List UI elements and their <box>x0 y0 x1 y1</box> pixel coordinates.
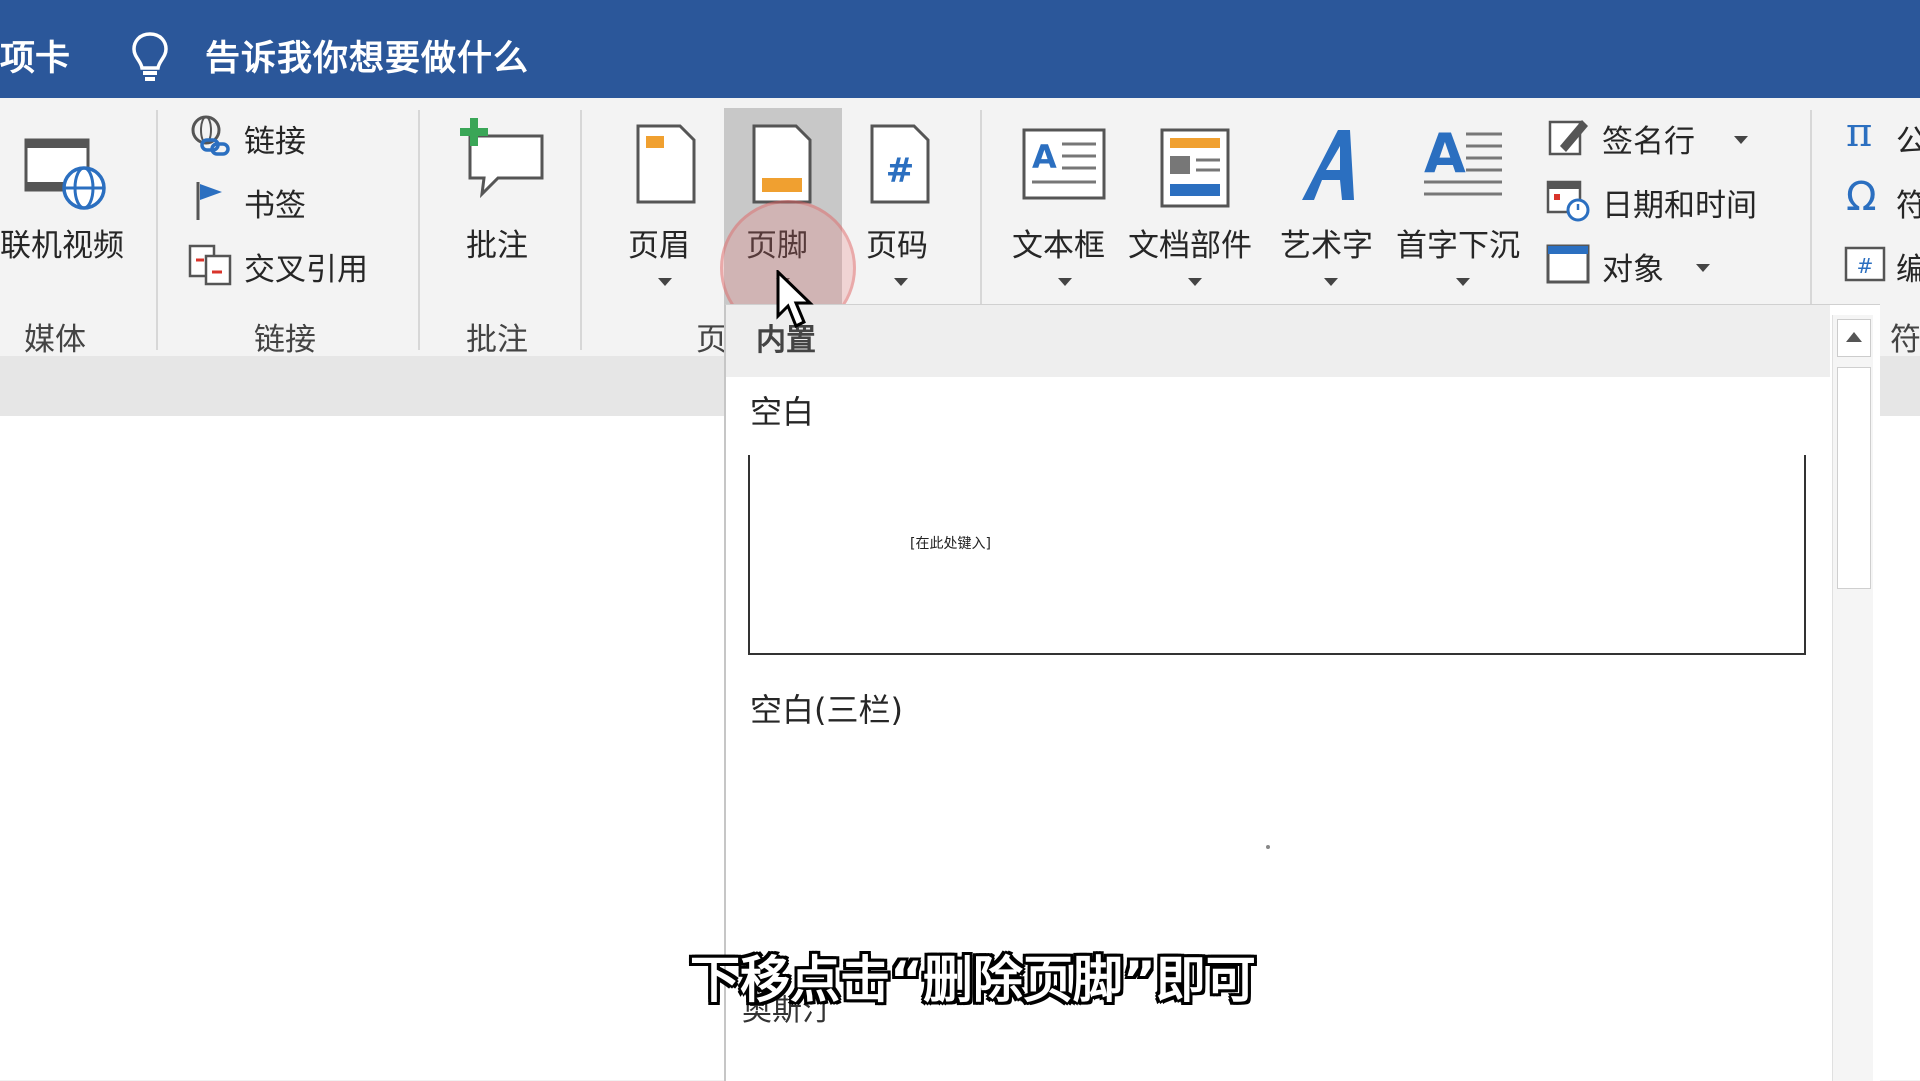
bookmark-button[interactable]: 书签 <box>188 178 408 224</box>
quick-parts-button[interactable]: 文档部件 <box>1126 108 1266 308</box>
signature-line-icon <box>1548 120 1588 156</box>
quick-parts-dropdown-icon <box>1188 278 1202 286</box>
dropcap-button[interactable]: A 首字下沉 <box>1392 108 1532 308</box>
video-subtitle: 下移点击“删除页脚”即可 <box>690 951 1256 1009</box>
object-dropdown-icon <box>1696 264 1710 272</box>
svg-text:#: # <box>886 151 915 191</box>
media-group-label: 媒体 <box>24 322 86 358</box>
textbox-dropdown-icon <box>1058 278 1072 286</box>
placeholder-dot <box>1266 845 1270 849</box>
svg-text:A: A <box>1032 138 1057 176</box>
gallery-item-name: 空白(三栏) <box>750 691 903 729</box>
quick-parts-icon <box>1160 128 1230 208</box>
signature-line-button[interactable]: 签名行 <box>1546 114 1756 160</box>
wordart-label: 艺术字 <box>1280 228 1373 264</box>
online-video-label: 联机视频 <box>0 228 124 264</box>
bookmark-label: 书签 <box>244 188 306 224</box>
page-number-dropdown-icon <box>894 278 908 286</box>
page-number-label: 页码 <box>866 228 928 264</box>
comment-label: 批注 <box>466 228 528 264</box>
object-icon <box>1546 244 1590 284</box>
group-separator <box>418 110 420 350</box>
quick-parts-label: 文档部件 <box>1128 228 1252 264</box>
pi-icon: π <box>1846 110 1873 156</box>
symbol-button[interactable]: Ω 符 <box>1844 174 1920 224</box>
wordart-button[interactable]: 艺术字 <box>1276 108 1386 308</box>
lightbulb-icon <box>132 32 168 81</box>
header-page-icon <box>636 124 696 204</box>
tell-me-search[interactable]: 告诉我你想要做什么 <box>205 30 529 81</box>
object-label: 对象 <box>1602 252 1664 288</box>
numbering-icon: # <box>1844 246 1886 282</box>
online-video-button[interactable]: 联机视频 <box>0 108 150 308</box>
header-label: 页眉 <box>628 228 690 264</box>
new-comment-icon <box>460 118 544 199</box>
links-group-label: 链接 <box>254 322 316 358</box>
header-footer-group-label: 页 <box>696 322 727 358</box>
numbering-label: 编 <box>1896 252 1920 288</box>
gallery-scrollbar[interactable] <box>1832 315 1873 1081</box>
link-icon <box>191 115 230 156</box>
gallery-category-header: 内置 <box>726 305 1830 377</box>
online-video-icon <box>24 138 106 210</box>
numbering-button[interactable]: # 编 <box>1844 242 1920 288</box>
scroll-thumb[interactable] <box>1837 367 1871 589</box>
object-button[interactable]: 对象 <box>1546 242 1726 288</box>
header-button[interactable]: 页眉 <box>610 108 720 308</box>
cross-reference-icon <box>188 244 232 286</box>
page-number-icon: # <box>870 124 930 204</box>
omega-icon: Ω <box>1846 174 1877 220</box>
dropcap-dropdown-icon <box>1456 278 1470 286</box>
wordart-icon <box>1302 130 1354 200</box>
equation-button[interactable]: π 公 <box>1844 110 1920 160</box>
group-separator <box>156 110 158 350</box>
textbox-button[interactable]: A 文本框 <box>1006 108 1122 308</box>
signature-line-dropdown-icon <box>1734 136 1748 144</box>
date-time-button[interactable]: 日期和时间 <box>1546 178 1786 224</box>
comments-group-label: 批注 <box>466 322 528 358</box>
symbol-label: 符 <box>1896 188 1920 224</box>
dropcap-icon: A <box>1424 124 1502 196</box>
gallery-item-name: 空白 <box>750 393 815 431</box>
gallery-item-blank-preview[interactable]: [在此处键入] <box>748 455 1806 655</box>
scroll-up-arrow-icon[interactable] <box>1837 319 1871 357</box>
symbols-group-label: 符 <box>1890 322 1920 358</box>
title-bar: 项卡 告诉我你想要做什么 <box>0 0 1920 98</box>
new-comment-button[interactable]: 批注 <box>446 108 562 308</box>
textbox-icon: A <box>1022 128 1106 200</box>
calendar-clock-icon <box>1546 180 1590 222</box>
tab-label-cut[interactable]: 项卡 <box>0 30 70 81</box>
svg-text:#: # <box>1857 254 1874 278</box>
date-time-label: 日期和时间 <box>1602 188 1757 224</box>
signature-line-label: 签名行 <box>1602 124 1695 160</box>
textbox-label: 文本框 <box>1012 228 1105 264</box>
equation-label: 公 <box>1896 124 1920 160</box>
header-dropdown-icon <box>658 278 672 286</box>
mouse-cursor-icon <box>776 270 814 329</box>
link-button[interactable]: 链接 <box>188 114 408 160</box>
footer-page-icon <box>752 124 812 204</box>
wordart-dropdown-icon <box>1324 278 1338 286</box>
placeholder-text: [在此处键入] <box>910 536 991 552</box>
gallery-item-blank-three-column-preview[interactable] <box>748 735 1806 955</box>
cross-reference-button[interactable]: 交叉引用 <box>188 242 408 288</box>
cross-reference-label: 交叉引用 <box>244 252 368 288</box>
page-number-button[interactable]: # 页码 <box>846 108 958 308</box>
bookmark-flag-icon <box>196 182 222 220</box>
group-separator <box>580 110 582 350</box>
link-label: 链接 <box>244 124 306 160</box>
dropcap-label: 首字下沉 <box>1396 228 1520 264</box>
svg-text:A: A <box>1424 124 1466 185</box>
